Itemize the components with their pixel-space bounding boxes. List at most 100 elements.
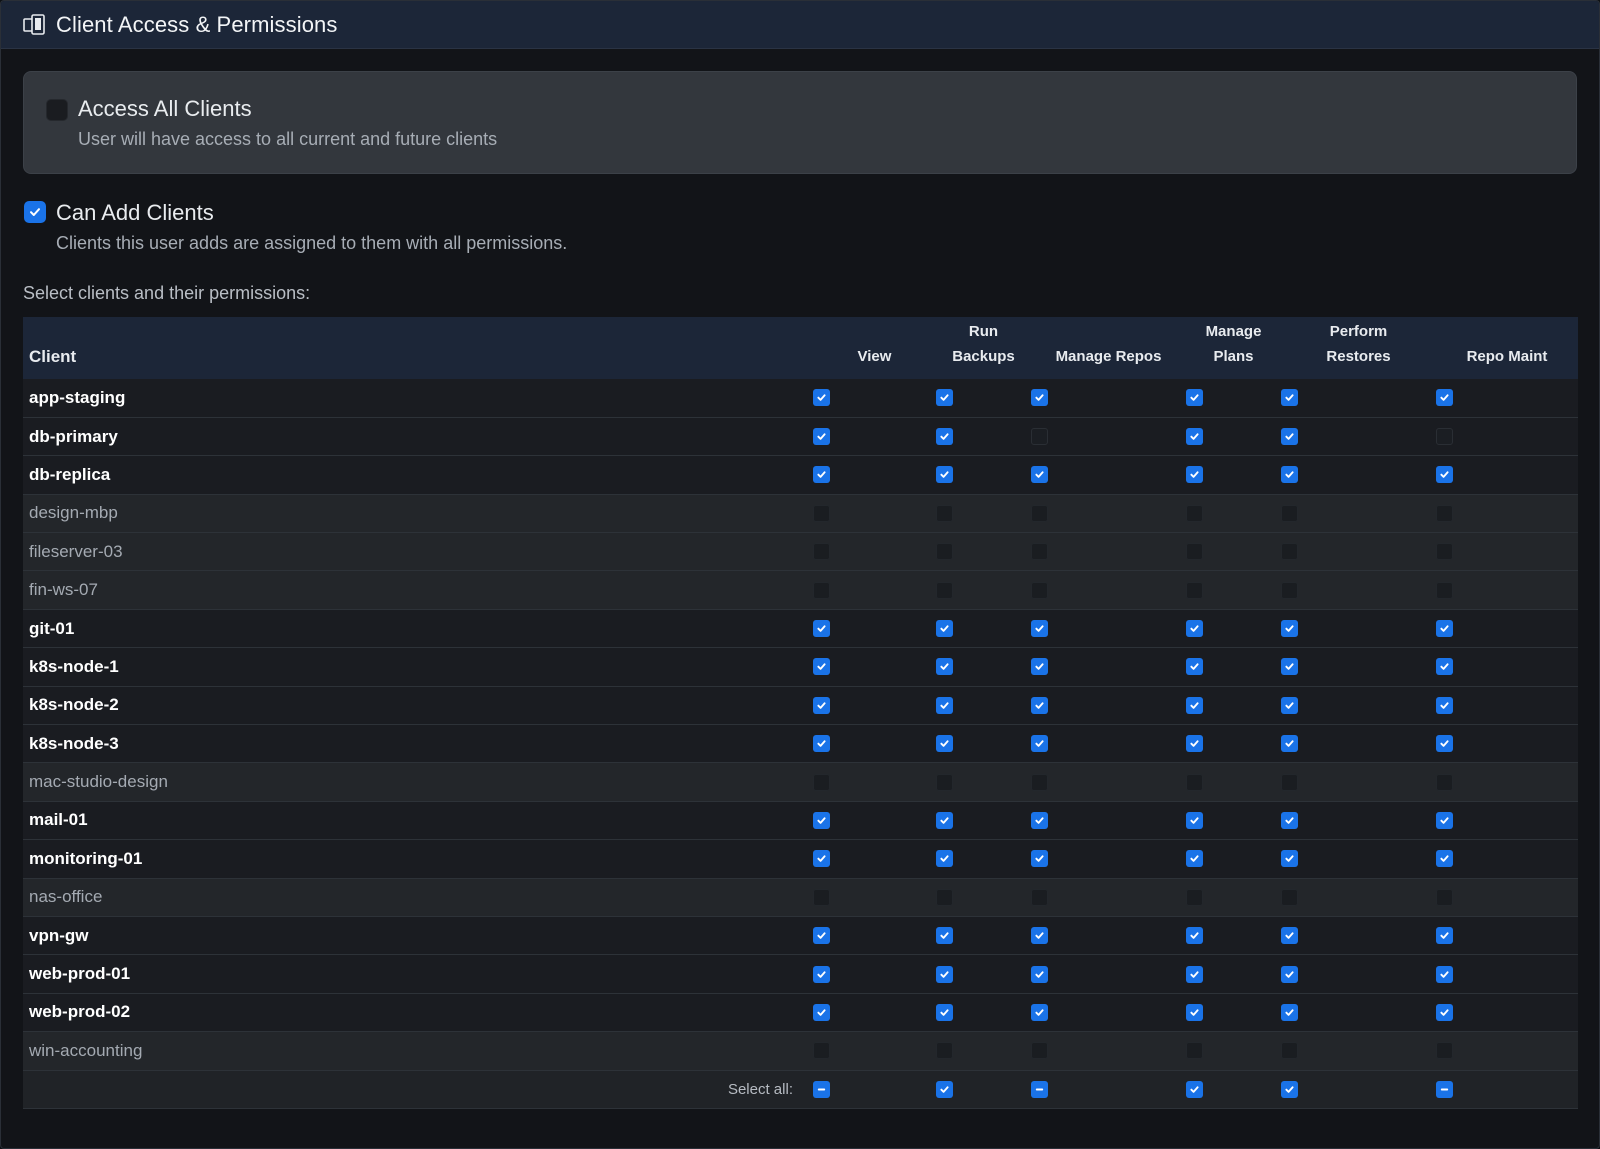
checkbox-perform-restores[interactable] bbox=[1281, 888, 1298, 906]
checkbox-manage-plans[interactable] bbox=[1186, 927, 1203, 945]
select-all-manage-plans-checkbox[interactable] bbox=[1186, 1080, 1203, 1098]
checkbox-view[interactable] bbox=[813, 1042, 830, 1060]
checkbox-perform-restores[interactable] bbox=[1281, 466, 1298, 484]
checkbox-manage-repos[interactable] bbox=[1031, 428, 1048, 446]
checkbox-repo-maint[interactable] bbox=[1436, 1003, 1453, 1021]
checkbox-run-backups[interactable] bbox=[936, 543, 953, 561]
checkbox-manage-repos[interactable] bbox=[1031, 811, 1048, 829]
checkbox-perform-restores[interactable] bbox=[1281, 965, 1298, 983]
checkbox-run-backups[interactable] bbox=[936, 1042, 953, 1060]
select-all-run-backups-checkbox[interactable] bbox=[936, 1080, 953, 1098]
checkbox-perform-restores[interactable] bbox=[1281, 927, 1298, 945]
checkbox-run-backups[interactable] bbox=[936, 811, 953, 829]
checkbox-repo-maint[interactable] bbox=[1436, 581, 1453, 599]
checkbox-perform-restores[interactable] bbox=[1281, 773, 1298, 791]
checkbox-manage-plans[interactable] bbox=[1186, 1042, 1203, 1060]
checkbox-run-backups[interactable] bbox=[936, 504, 953, 522]
checkbox-run-backups[interactable] bbox=[936, 773, 953, 791]
checkbox-repo-maint[interactable] bbox=[1436, 888, 1453, 906]
checkbox-manage-repos[interactable] bbox=[1031, 888, 1048, 906]
checkbox-manage-repos[interactable] bbox=[1031, 927, 1048, 945]
checkbox-view[interactable] bbox=[813, 428, 830, 446]
checkbox-repo-maint[interactable] bbox=[1436, 850, 1453, 868]
checkbox-view[interactable] bbox=[813, 658, 830, 676]
checkbox-view[interactable] bbox=[813, 581, 830, 599]
checkbox-view[interactable] bbox=[813, 504, 830, 522]
checkbox-view[interactable] bbox=[813, 735, 830, 753]
checkbox-manage-plans[interactable] bbox=[1186, 658, 1203, 676]
can-add-clients-option[interactable]: Can Add Clients Clients this user adds a… bbox=[23, 200, 1577, 254]
checkbox-view[interactable] bbox=[813, 696, 830, 714]
checkbox-run-backups[interactable] bbox=[936, 658, 953, 676]
checkbox-perform-restores[interactable] bbox=[1281, 620, 1298, 638]
checkbox-manage-plans[interactable] bbox=[1186, 735, 1203, 753]
checkbox-repo-maint[interactable] bbox=[1436, 927, 1453, 945]
checkbox-manage-plans[interactable] bbox=[1186, 543, 1203, 561]
checkbox-manage-repos[interactable] bbox=[1031, 965, 1048, 983]
checkbox-manage-plans[interactable] bbox=[1186, 811, 1203, 829]
checkbox-manage-plans[interactable] bbox=[1186, 620, 1203, 638]
checkbox-manage-repos[interactable] bbox=[1031, 466, 1048, 484]
checkbox-manage-plans[interactable] bbox=[1186, 888, 1203, 906]
checkbox-manage-repos[interactable] bbox=[1031, 389, 1048, 407]
checkbox-view[interactable] bbox=[813, 927, 830, 945]
checkbox-manage-repos[interactable] bbox=[1031, 658, 1048, 676]
checkbox-manage-plans[interactable] bbox=[1186, 581, 1203, 599]
checkbox-perform-restores[interactable] bbox=[1281, 850, 1298, 868]
checkbox-run-backups[interactable] bbox=[936, 466, 953, 484]
checkbox-repo-maint[interactable] bbox=[1436, 773, 1453, 791]
checkbox-manage-repos[interactable] bbox=[1031, 620, 1048, 638]
checkbox-run-backups[interactable] bbox=[936, 620, 953, 638]
checkbox-run-backups[interactable] bbox=[936, 888, 953, 906]
checkbox-manage-repos[interactable] bbox=[1031, 1042, 1048, 1060]
checkbox-repo-maint[interactable] bbox=[1436, 1042, 1453, 1060]
checkbox-manage-repos[interactable] bbox=[1031, 1003, 1048, 1021]
checkbox-run-backups[interactable] bbox=[936, 389, 953, 407]
checkbox-manage-plans[interactable] bbox=[1186, 965, 1203, 983]
checkbox-manage-repos[interactable] bbox=[1031, 581, 1048, 599]
checkbox-run-backups[interactable] bbox=[936, 1003, 953, 1021]
checkbox-run-backups[interactable] bbox=[936, 581, 953, 599]
checkbox-view[interactable] bbox=[813, 466, 830, 484]
checkbox-manage-repos[interactable] bbox=[1031, 504, 1048, 522]
checkbox-perform-restores[interactable] bbox=[1281, 428, 1298, 446]
checkbox-repo-maint[interactable] bbox=[1436, 504, 1453, 522]
checkbox-manage-repos[interactable] bbox=[1031, 735, 1048, 753]
checkbox-repo-maint[interactable] bbox=[1436, 543, 1453, 561]
select-all-perform-restores-checkbox[interactable] bbox=[1281, 1080, 1298, 1098]
checkbox-run-backups[interactable] bbox=[936, 696, 953, 714]
checkbox-run-backups[interactable] bbox=[936, 965, 953, 983]
checkbox-view[interactable] bbox=[813, 1003, 830, 1021]
checkbox-run-backups[interactable] bbox=[936, 850, 953, 868]
checkbox-manage-plans[interactable] bbox=[1186, 466, 1203, 484]
checkbox-perform-restores[interactable] bbox=[1281, 1042, 1298, 1060]
checkbox-manage-repos[interactable] bbox=[1031, 543, 1048, 561]
checkbox-repo-maint[interactable] bbox=[1436, 696, 1453, 714]
checkbox-view[interactable] bbox=[813, 965, 830, 983]
checkbox-view[interactable] bbox=[813, 543, 830, 561]
checkbox-repo-maint[interactable] bbox=[1436, 466, 1453, 484]
checkbox-manage-plans[interactable] bbox=[1186, 504, 1203, 522]
checkbox-view[interactable] bbox=[813, 850, 830, 868]
checkbox-perform-restores[interactable] bbox=[1281, 811, 1298, 829]
checkbox-perform-restores[interactable] bbox=[1281, 389, 1298, 407]
select-all-manage-repos-checkbox[interactable] bbox=[1031, 1080, 1048, 1098]
checkbox-manage-repos[interactable] bbox=[1031, 773, 1048, 791]
checkbox-repo-maint[interactable] bbox=[1436, 389, 1453, 407]
checkbox-view[interactable] bbox=[813, 773, 830, 791]
access-all-clients-checkbox[interactable] bbox=[46, 99, 68, 121]
checkbox-perform-restores[interactable] bbox=[1281, 543, 1298, 561]
checkbox-repo-maint[interactable] bbox=[1436, 735, 1453, 753]
checkbox-perform-restores[interactable] bbox=[1281, 1003, 1298, 1021]
checkbox-manage-plans[interactable] bbox=[1186, 696, 1203, 714]
checkbox-perform-restores[interactable] bbox=[1281, 658, 1298, 676]
checkbox-run-backups[interactable] bbox=[936, 735, 953, 753]
checkbox-view[interactable] bbox=[813, 888, 830, 906]
checkbox-repo-maint[interactable] bbox=[1436, 811, 1453, 829]
checkbox-perform-restores[interactable] bbox=[1281, 581, 1298, 599]
select-all-repo-maint-checkbox[interactable] bbox=[1436, 1080, 1453, 1098]
checkbox-run-backups[interactable] bbox=[936, 428, 953, 446]
access-all-clients-option[interactable]: Access All Clients User will have access… bbox=[23, 71, 1577, 174]
checkbox-manage-plans[interactable] bbox=[1186, 428, 1203, 446]
checkbox-manage-repos[interactable] bbox=[1031, 850, 1048, 868]
